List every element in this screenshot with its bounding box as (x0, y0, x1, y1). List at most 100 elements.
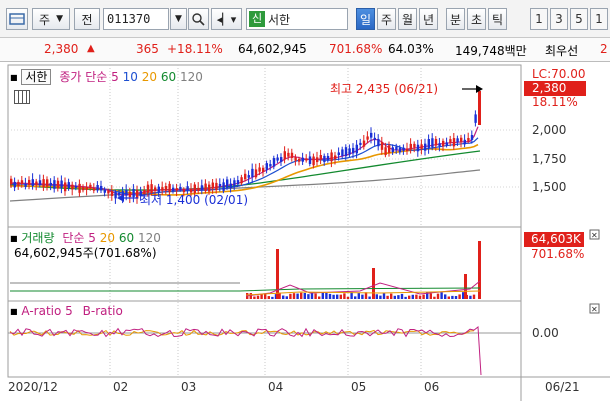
candle-body (31, 179, 34, 186)
stock-code-input[interactable]: 011370 (103, 8, 169, 30)
panel-handle-icon[interactable]: ■ (10, 307, 18, 316)
up-arrow-icon: ▲ (87, 43, 95, 54)
candle-body (247, 175, 250, 178)
period-day-button[interactable]: 일 (356, 8, 375, 30)
candle-body (258, 167, 261, 172)
candle-body (85, 186, 88, 190)
candle-body (380, 142, 384, 150)
volume-bar (440, 292, 443, 299)
candle-body (132, 188, 135, 198)
speaker-icon: ◂▏▾ (216, 12, 237, 26)
interval-1-button[interactable]: 1 (530, 8, 548, 30)
volume-bar (321, 292, 324, 299)
period-month-button[interactable]: 월 (398, 8, 417, 30)
jeon-button[interactable]: 전 (74, 8, 100, 30)
stock-name-field[interactable]: 신 서한 (246, 8, 348, 30)
candle-body (452, 138, 456, 147)
candle-body (233, 180, 236, 187)
price-change: 365 (136, 42, 159, 56)
volume-bar (343, 293, 346, 299)
code-dropdown-button[interactable]: ▼ (170, 8, 187, 30)
stock-tag-box[interactable]: 서한 (21, 69, 52, 85)
candle-body (388, 145, 391, 153)
panel-handle-icon[interactable]: ■ (10, 234, 18, 243)
legend-ma20: 20 (141, 70, 158, 84)
interval-3-button[interactable]: 3 (550, 8, 568, 30)
volume-bar (354, 296, 357, 299)
candle-body (42, 179, 45, 188)
search-icon (192, 12, 205, 26)
candle-body (366, 136, 369, 140)
candle-body (319, 155, 322, 160)
candle-body (290, 152, 294, 158)
volume-bar (400, 293, 404, 299)
candle-body (413, 143, 416, 148)
candle-body (287, 152, 290, 157)
volume-bar (339, 294, 342, 299)
period-minute-button[interactable]: 분 (446, 8, 465, 30)
view-select[interactable]: 주 ▼ (32, 8, 70, 30)
chevron-down-icon: ▼ (56, 14, 63, 24)
candle-body (28, 179, 31, 186)
interval-10-button[interactable]: 1 (590, 8, 608, 30)
price-legend: ■ 서한 종가 단순 5 10 20 60 120 (10, 68, 203, 85)
period-second-label: 초 (470, 12, 483, 27)
volume-bar (296, 293, 299, 299)
period-month-label: 월 (401, 12, 414, 27)
price-summary-bar: 2,380 ▲ 365 +18.11% 64,602,945 701.68% 6… (0, 38, 610, 62)
panel-handle-icon[interactable]: ■ (10, 73, 18, 82)
volume-bar (422, 294, 425, 299)
interval-5-button[interactable]: 5 (570, 8, 588, 30)
candle-body (409, 143, 412, 150)
period-tick-label: 틱 (491, 12, 504, 27)
candle-body (20, 180, 24, 184)
period-week-button[interactable]: 주 (377, 8, 396, 30)
sound-menu-button[interactable]: ◂▏▾ (211, 8, 242, 30)
volume-tag-value: 64,603K (531, 232, 581, 246)
candle-body (244, 173, 247, 180)
volume-legend-ma-label: 단순 (62, 231, 85, 245)
volume-legend-ma5: 5 (88, 231, 96, 245)
candle-body (344, 147, 348, 157)
candle-body (460, 137, 463, 142)
high-annotation: 최고 2,435 (06/21) (330, 82, 439, 96)
volume-bar (469, 295, 472, 299)
volume-value-text: 64,602,945주(701.68%) (14, 246, 157, 260)
volume-bar (256, 295, 260, 299)
candle-body (222, 182, 225, 191)
candle-body (136, 190, 139, 199)
volume-bar (393, 295, 396, 299)
candle-body (17, 181, 20, 186)
period-second-button[interactable]: 초 (467, 8, 486, 30)
view-label: 주 (39, 12, 51, 27)
legend-ma10: 10 (122, 70, 138, 84)
x-label-05: 05 (351, 380, 367, 394)
volume-bar (382, 293, 386, 299)
candle-body (294, 157, 297, 161)
trade-volume: 64,602,945 (238, 42, 307, 56)
volume-bar (357, 293, 360, 299)
candle-body (467, 138, 470, 142)
interval-3-label: 3 (555, 12, 563, 26)
candle-body (211, 182, 214, 189)
volume-bar (332, 294, 335, 299)
candle-body (236, 180, 240, 185)
period-day-label: 일 (359, 12, 372, 27)
search-button[interactable] (188, 8, 209, 30)
period-tick-button[interactable]: 틱 (488, 8, 507, 30)
candle-body (402, 147, 405, 151)
volume-bar (310, 292, 314, 299)
candle-body (442, 140, 445, 147)
toolbar: 주 ▼ 전 011370 ▼ ◂▏▾ 신 서한 일 주 월 년 분 초 틱 1 … (0, 0, 610, 38)
volume-bar (292, 293, 296, 299)
period-year-button[interactable]: 년 (419, 8, 438, 30)
chart-layout-icon[interactable] (6, 8, 28, 30)
volume-bar (436, 293, 440, 299)
candle-body (352, 147, 355, 154)
period-week-label: 주 (380, 12, 393, 27)
candle-body (470, 135, 474, 140)
volume-bar (318, 296, 321, 299)
volume-bar (271, 296, 274, 299)
candle-body (10, 178, 13, 185)
table-grid-icon[interactable] (14, 90, 30, 104)
